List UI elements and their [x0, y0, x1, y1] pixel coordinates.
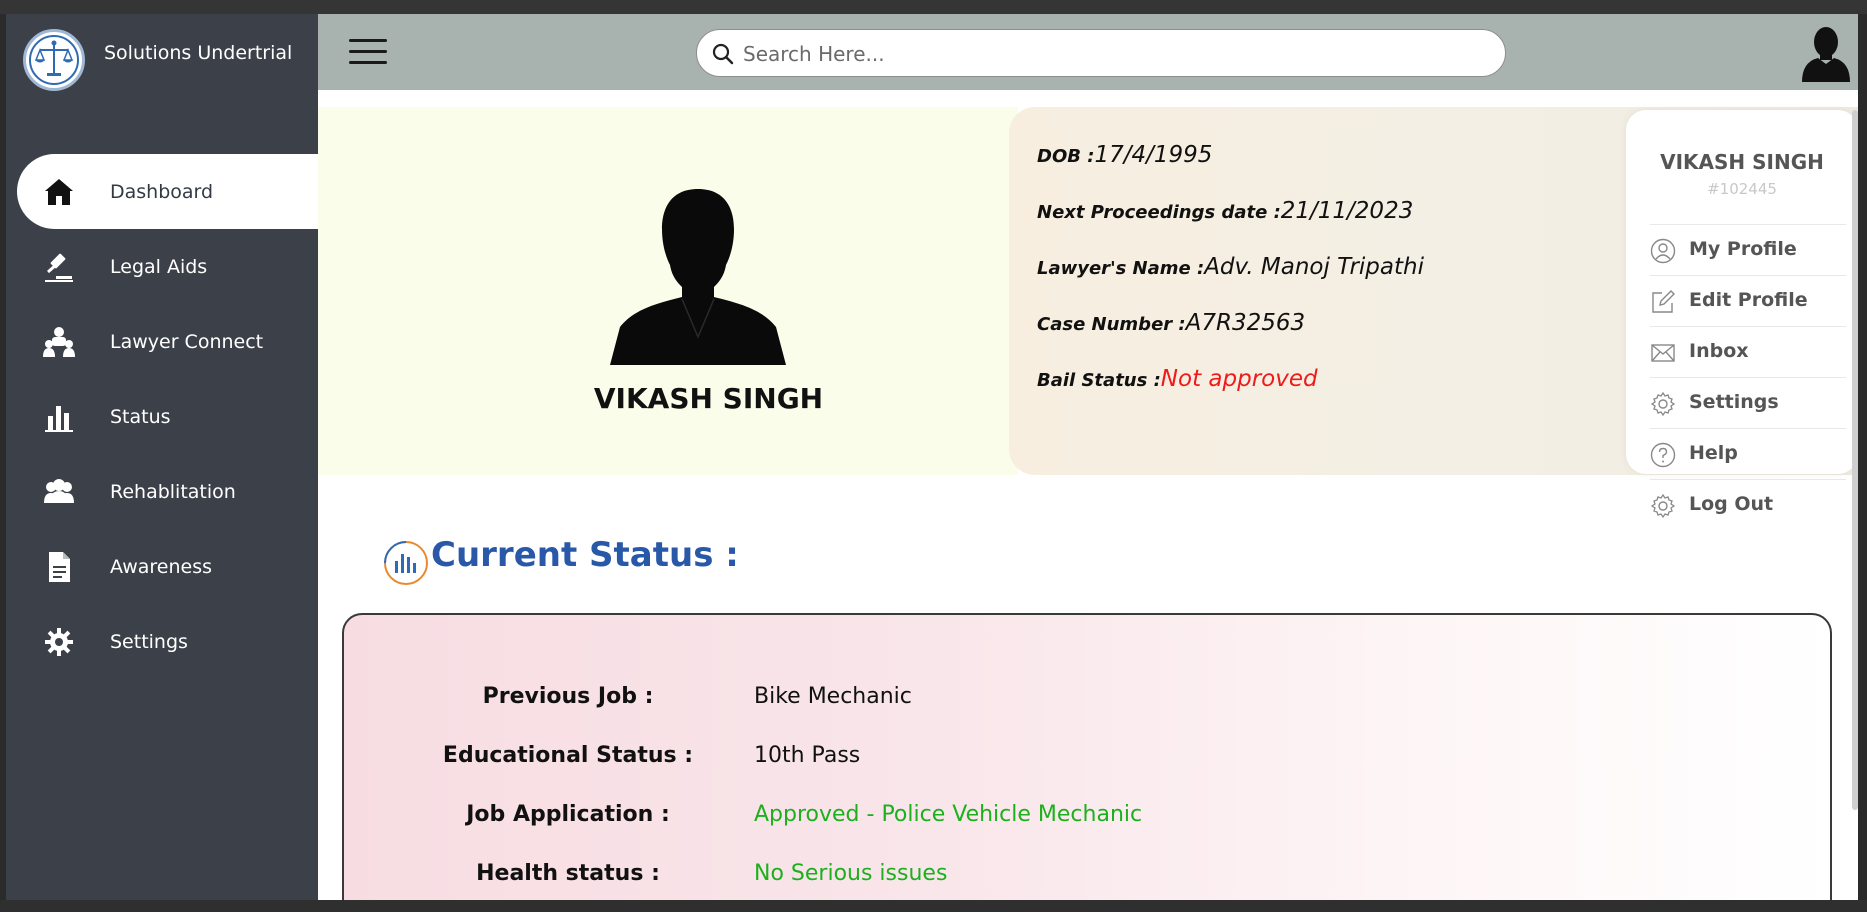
user-circle-icon: [1650, 238, 1676, 264]
status-label-job-application: Job Application :: [466, 802, 670, 827]
dropdown-user-id: #102445: [1707, 180, 1777, 198]
sidebar-item-dashboard[interactable]: Dashboard: [17, 154, 318, 229]
home-icon: [45, 179, 73, 205]
profile-name: VIKASH SINGH: [593, 382, 824, 415]
group-icon: [44, 479, 74, 503]
detail-bail-status: Bail Status :Not approved: [1037, 366, 1318, 392]
gear-icon: [45, 628, 73, 656]
app-window: Solutions Undertrial Dashboard Legal Aid…: [6, 14, 1858, 900]
mail-icon: [1651, 344, 1675, 362]
dropdown-item-label: Inbox: [1689, 340, 1749, 362]
detail-value: A7R32563: [1185, 310, 1306, 336]
sidebar-item-label: Legal Aids: [110, 255, 208, 278]
sidebar-item-label: Lawyer Connect: [110, 330, 264, 353]
sidebar-item-legal-aids[interactable]: Legal Aids: [17, 229, 318, 304]
document-icon: [49, 552, 70, 582]
status-value-educational: 10th Pass: [754, 743, 861, 768]
profile-dropdown-menu: VIKASH SINGH #102445 My Profile Edit Pro…: [1626, 110, 1858, 519]
dropdown-item-inbox[interactable]: Inbox: [1650, 326, 1846, 377]
bar-chart-icon: [45, 406, 73, 432]
detail-dob: DOB :17/4/1995: [1037, 142, 1212, 168]
dropdown-user-name: VIKASH SINGH: [1660, 150, 1824, 174]
dropdown-item-edit-profile[interactable]: Edit Profile: [1650, 275, 1846, 326]
hamburger-menu-icon[interactable]: [349, 37, 387, 67]
dropdown-item-label: Settings: [1689, 391, 1779, 413]
search-input[interactable]: [741, 38, 1485, 70]
status-label-health: Health status :: [476, 861, 660, 886]
detail-lawyer-name: Lawyer's Name :Adv. Manoj Tripathi: [1037, 254, 1424, 280]
sidebar-item-settings[interactable]: Settings: [17, 604, 318, 679]
dropdown-item-label: My Profile: [1689, 238, 1797, 260]
gear-icon: [1650, 391, 1676, 417]
sidebar-item-label: Status: [110, 405, 171, 428]
gavel-icon: [45, 253, 73, 282]
status-label-previous-job: Previous Job :: [482, 684, 654, 709]
sidebar-item-label: Dashboard: [110, 180, 214, 203]
detail-value: Adv. Manoj Tripathi: [1204, 254, 1424, 280]
detail-value: 21/11/2023: [1280, 198, 1414, 224]
detail-label: Next Proceedings date :: [1037, 202, 1281, 223]
detail-label: Case Number :: [1037, 314, 1186, 335]
user-avatar-icon[interactable]: [1798, 24, 1854, 82]
sidebar-item-label: Settings: [110, 630, 188, 653]
sidebar-item-label: Awareness: [110, 555, 213, 578]
dropdown-item-log-out[interactable]: Log Out: [1650, 479, 1846, 530]
dropdown-item-help[interactable]: Help: [1650, 428, 1846, 479]
top-header: [318, 14, 1858, 90]
search-icon[interactable]: [710, 41, 736, 67]
sidebar-brand: Solutions Undertrial: [6, 14, 318, 141]
detail-label: Bail Status :: [1037, 370, 1161, 391]
logo-icon[interactable]: [23, 29, 85, 91]
detail-value: 17/4/1995: [1094, 142, 1213, 168]
detail-case-number: Case Number :A7R32563: [1037, 310, 1305, 336]
status-value-job-application: Approved - Police Vehicle Mechanic: [754, 802, 1143, 827]
dropdown-item-label: Edit Profile: [1689, 289, 1808, 311]
bail-status-value: Not approved: [1160, 366, 1318, 392]
sidebar-item-awareness[interactable]: Awareness: [17, 529, 318, 604]
profile-avatar: [610, 189, 786, 365]
sidebar-item-rehablitation[interactable]: Rehablitation: [17, 454, 318, 529]
status-value-health: No Serious issues: [754, 861, 948, 886]
edit-icon: [1652, 290, 1675, 313]
current-status-title: Current Status :: [431, 535, 739, 575]
sidebar-item-label: Rehablitation: [110, 480, 236, 503]
status-value-previous-job: Bike Mechanic: [754, 684, 912, 709]
window-bottom-edge: [0, 900, 1867, 912]
help-icon: [1650, 442, 1676, 468]
dropdown-item-label: Help: [1689, 442, 1738, 464]
dropdown-item-my-profile[interactable]: My Profile: [1650, 224, 1846, 275]
dropdown-item-settings[interactable]: Settings: [1650, 377, 1846, 428]
browser-tab-strip: [0, 0, 1867, 14]
sidebar-item-status[interactable]: Status: [17, 379, 318, 454]
detail-next-proceedings: Next Proceedings date :21/11/2023: [1037, 198, 1413, 224]
dropdown-item-label: Log Out: [1689, 493, 1774, 515]
gear-icon: [1650, 493, 1676, 519]
sidebar-item-lawyer-connect[interactable]: Lawyer Connect: [17, 304, 318, 379]
status-label-educational: Educational Status :: [442, 743, 694, 768]
search-bar: [696, 29, 1506, 77]
users-icon: [43, 327, 75, 357]
status-chart-icon: [384, 541, 428, 585]
sidebar: Solutions Undertrial Dashboard Legal Aid…: [6, 14, 318, 900]
page-scrollbar[interactable]: [1852, 110, 1858, 810]
detail-label: DOB :: [1037, 146, 1095, 167]
detail-label: Lawyer's Name :: [1037, 258, 1205, 279]
app-name: Solutions Undertrial: [104, 42, 293, 64]
